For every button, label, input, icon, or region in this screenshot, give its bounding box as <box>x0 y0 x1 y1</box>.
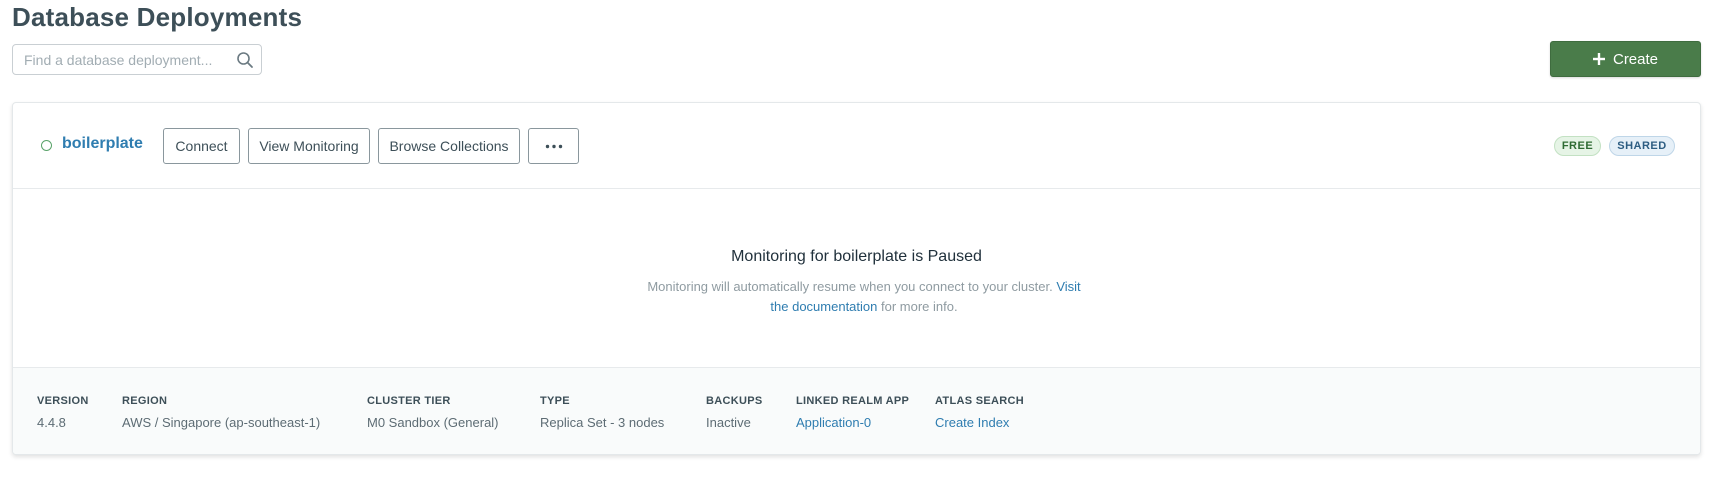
stat-version: VERSION 4.4.8 <box>37 393 89 432</box>
free-badge: FREE <box>1554 136 1601 156</box>
stat-atlas-search: ATLAS SEARCH Create Index <box>935 393 1024 432</box>
ellipsis-icon <box>545 144 562 148</box>
search-box <box>12 44 262 75</box>
monitoring-title: Monitoring for boilerplate is Paused <box>731 248 982 265</box>
realm-app-link[interactable]: Application-0 <box>796 414 909 432</box>
connect-button[interactable]: Connect <box>163 128 240 164</box>
stat-backups: BACKUPS Inactive <box>706 393 763 432</box>
search-icon[interactable] <box>236 51 254 69</box>
stat-value: AWS / Singapore (ap-southeast-1) <box>122 415 321 430</box>
stat-label: REGION <box>122 395 168 407</box>
stat-value: M0 Sandbox (General) <box>367 415 499 430</box>
cluster-card-header: boilerplate Connect View Monitoring Brow… <box>13 103 1700 189</box>
plus-icon <box>1592 53 1605 65</box>
create-button[interactable]: Create <box>1550 41 1701 77</box>
stat-value: Inactive <box>706 415 751 430</box>
stat-type: TYPE Replica Set - 3 nodes <box>540 393 664 432</box>
cluster-details: VERSION 4.4.8 REGION AWS / Singapore (ap… <box>13 367 1700 454</box>
cluster-card: boilerplate Connect View Monitoring Brow… <box>12 102 1701 455</box>
browse-collections-button[interactable]: Browse Collections <box>378 128 520 164</box>
stat-label: LINKED REALM APP <box>796 395 910 407</box>
stat-label: VERSION <box>37 395 89 407</box>
create-button-label: Create <box>1612 50 1659 68</box>
stat-label: CLUSTER TIER <box>367 395 451 407</box>
monitoring-description-text: Monitoring will automatically resume whe… <box>647 279 1057 294</box>
cluster-name-link[interactable]: boilerplate <box>62 135 143 153</box>
stat-region: REGION AWS / Singapore (ap-southeast-1) <box>122 393 320 432</box>
cluster-status-indicator <box>41 140 52 151</box>
view-monitoring-button[interactable]: View Monitoring <box>248 128 370 164</box>
monitoring-description: Monitoring will automatically resume whe… <box>640 277 1088 317</box>
stat-cluster-tier: CLUSTER TIER M0 Sandbox (General) <box>367 393 499 432</box>
stat-linked-realm-app: LINKED REALM APP Application-0 <box>796 393 909 432</box>
monitoring-description-suffix: for more info. <box>877 299 958 314</box>
shared-badge: SHARED <box>1609 136 1675 156</box>
stat-label: ATLAS SEARCH <box>935 395 1024 407</box>
search-input[interactable] <box>13 45 261 74</box>
monitoring-panel: Monitoring for boilerplate is Paused Mon… <box>13 190 1700 367</box>
create-index-link[interactable]: Create Index <box>935 414 1024 432</box>
stat-value: Replica Set - 3 nodes <box>540 415 665 430</box>
stat-label: BACKUPS <box>706 395 763 407</box>
stat-label: TYPE <box>540 395 570 407</box>
more-options-button[interactable] <box>528 128 579 164</box>
page-title: Database Deployments <box>12 2 303 32</box>
stat-value: 4.4.8 <box>37 415 66 430</box>
